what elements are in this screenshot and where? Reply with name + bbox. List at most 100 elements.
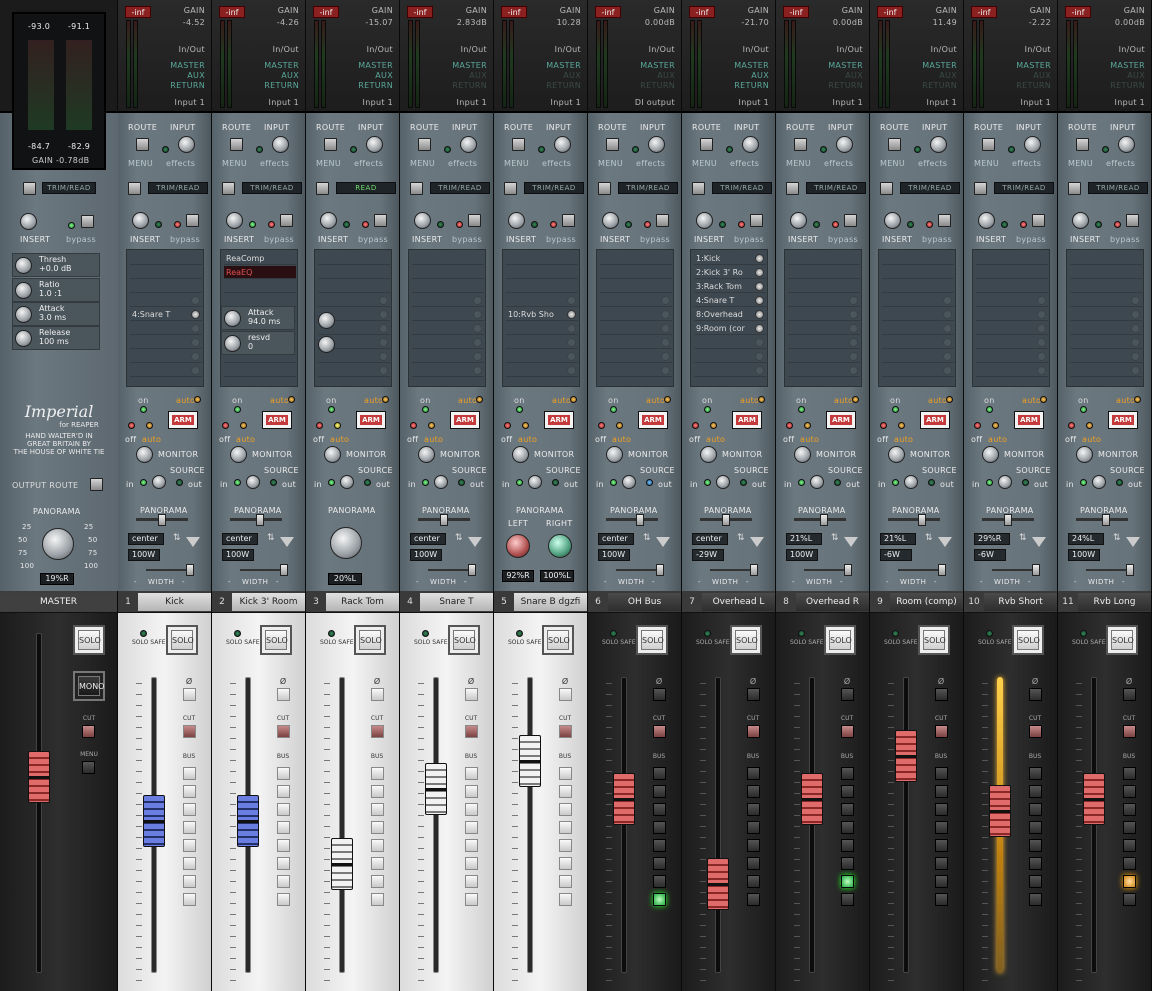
fx-slot[interactable]: [506, 350, 578, 363]
route-button[interactable]: [136, 138, 149, 151]
width-value[interactable]: 100W: [128, 549, 160, 561]
route-aux[interactable]: AUX: [563, 71, 581, 80]
bus-button[interactable]: [559, 785, 572, 798]
fx-slot[interactable]: [976, 364, 1048, 377]
bus-button[interactable]: [183, 875, 196, 888]
bypass-button[interactable]: [186, 214, 199, 227]
fx-slot[interactable]: [130, 364, 202, 377]
fx-slot[interactable]: [694, 364, 766, 377]
route-master[interactable]: MASTER: [1016, 61, 1051, 70]
fx-slot[interactable]: [600, 350, 672, 363]
fx-slot[interactable]: [694, 336, 766, 349]
release-knob[interactable]: [15, 330, 32, 347]
fx-slot[interactable]: [788, 266, 860, 279]
pan-value[interactable]: 21%L: [880, 533, 916, 545]
trim-mode[interactable]: TRIM/READ: [806, 182, 866, 194]
insert-knob[interactable]: [414, 212, 431, 229]
solo-button[interactable]: SOLO: [166, 625, 198, 655]
fx-send-knob[interactable]: [661, 352, 670, 361]
pan-slider-thumb[interactable]: [440, 514, 448, 526]
fx-send-knob[interactable]: [1037, 338, 1046, 347]
gain-value[interactable]: 0.00dB: [833, 18, 863, 27]
width-slider-thumb[interactable]: [280, 564, 288, 576]
phase-button[interactable]: [371, 688, 384, 701]
source-knob[interactable]: [998, 475, 1012, 489]
bus-button[interactable]: [747, 839, 760, 852]
peak-hold[interactable]: -inf: [219, 6, 245, 18]
track-name[interactable]: Overhead R: [796, 593, 869, 611]
monitor-knob[interactable]: [1076, 446, 1093, 463]
fx-slot[interactable]: [130, 336, 202, 349]
route-aux[interactable]: AUX: [187, 71, 205, 80]
bus-button[interactable]: [465, 839, 478, 852]
bus-button[interactable]: [371, 767, 384, 780]
gain-value[interactable]: -4.26: [277, 18, 299, 27]
bus-button[interactable]: [1029, 767, 1042, 780]
source-knob[interactable]: [716, 475, 730, 489]
bus-button[interactable]: [1029, 875, 1042, 888]
insert-knob[interactable]: [602, 212, 619, 229]
fx-send-knob[interactable]: [849, 366, 858, 375]
automation-button[interactable]: [410, 182, 423, 195]
width-value[interactable]: -29W: [692, 549, 724, 561]
fx-slot[interactable]: [130, 266, 202, 279]
automation-button[interactable]: [504, 182, 517, 195]
bus-button[interactable]: [653, 893, 666, 906]
bus-button[interactable]: [1123, 893, 1136, 906]
pan-value[interactable]: center: [410, 533, 446, 545]
route-aux[interactable]: AUX: [375, 71, 393, 80]
route-aux[interactable]: AUX: [1127, 71, 1145, 80]
peak-hold[interactable]: -inf: [501, 6, 527, 18]
bus-button[interactable]: [841, 785, 854, 798]
fx-slot[interactable]: [1070, 364, 1142, 377]
bus-button[interactable]: [841, 803, 854, 816]
gain-value[interactable]: 11.49: [933, 18, 957, 27]
fx-slot[interactable]: [130, 252, 202, 265]
fx-send-knob[interactable]: [567, 338, 576, 347]
route-return[interactable]: RETURN: [1110, 81, 1145, 90]
master-mono-button[interactable]: MONO: [73, 671, 105, 701]
solo-button[interactable]: SOLO: [542, 625, 574, 655]
width-slider-thumb[interactable]: [1032, 564, 1040, 576]
bus-button[interactable]: [841, 821, 854, 834]
channel-fader[interactable]: [143, 795, 165, 847]
bus-button[interactable]: [935, 857, 948, 870]
bus-button[interactable]: [465, 893, 478, 906]
fx-send-knob[interactable]: [1131, 310, 1140, 319]
fx-send-knob[interactable]: [1131, 324, 1140, 333]
input-knob[interactable]: [1024, 136, 1041, 153]
arm-button[interactable]: ARM: [638, 411, 668, 429]
fx-send-knob[interactable]: [1037, 352, 1046, 361]
bus-button[interactable]: [1029, 857, 1042, 870]
fx-slot[interactable]: [600, 336, 672, 349]
route-aux[interactable]: AUX: [1033, 71, 1051, 80]
fx-send-knob[interactable]: [379, 352, 388, 361]
fx-slot[interactable]: [1070, 350, 1142, 363]
fx-send-knob[interactable]: [661, 338, 670, 347]
input-source[interactable]: Input 1: [269, 98, 299, 107]
route-return[interactable]: RETURN: [1016, 81, 1051, 90]
fx-slot[interactable]: [130, 280, 202, 293]
route-return[interactable]: RETURN: [828, 81, 863, 90]
width-value[interactable]: -6W: [880, 549, 912, 561]
bus-button[interactable]: [277, 875, 290, 888]
input-source[interactable]: Input 1: [457, 98, 487, 107]
fx-slot[interactable]: [506, 322, 578, 335]
fx-send-knob[interactable]: [661, 296, 670, 305]
bus-button[interactable]: [841, 767, 854, 780]
gain-value[interactable]: -21.70: [741, 18, 769, 27]
fx-send-knob[interactable]: [1037, 296, 1046, 305]
insert-knob[interactable]: [790, 212, 807, 229]
input-knob[interactable]: [836, 136, 853, 153]
fx-send-knob[interactable]: [755, 324, 764, 333]
bus-button[interactable]: [841, 839, 854, 852]
monitor-knob[interactable]: [136, 446, 153, 463]
bus-button[interactable]: [1123, 839, 1136, 852]
input-knob[interactable]: [460, 136, 477, 153]
master-plugin-thresh[interactable]: Thresh +0.0 dB: [12, 253, 100, 277]
fx-send-knob[interactable]: [1037, 366, 1046, 375]
master-trim-mode[interactable]: TRIM/READ: [42, 182, 96, 194]
input-source[interactable]: Input 1: [1115, 98, 1145, 107]
route-button[interactable]: [418, 138, 431, 151]
track-name[interactable]: Kick: [138, 593, 211, 611]
